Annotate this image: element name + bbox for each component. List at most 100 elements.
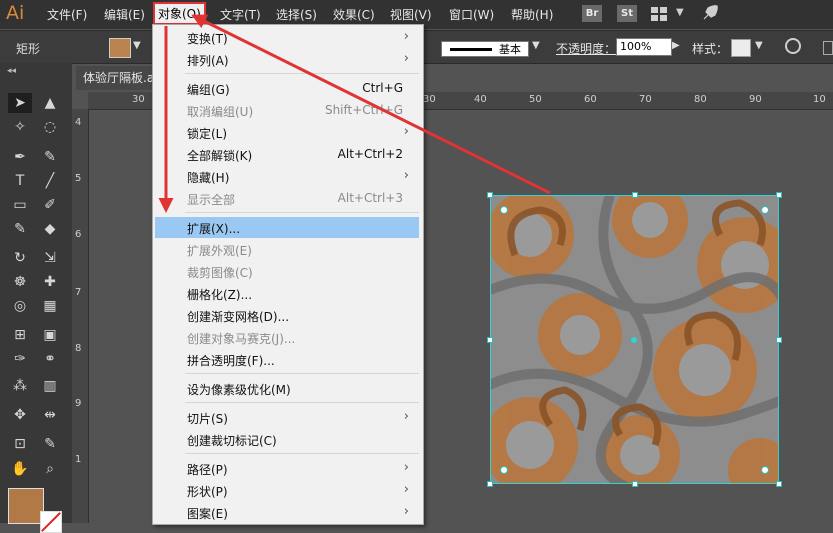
bridge-button[interactable]: Br: [582, 5, 602, 22]
menu-item-transform[interactable]: 变换(T) ›: [155, 27, 419, 48]
resize-handle[interactable]: [487, 337, 493, 343]
menu-object[interactable]: 对象(O): [153, 2, 206, 25]
puppet-warp-icon[interactable]: ✚: [38, 272, 62, 292]
menu-item-show-all[interactable]: 显示全部 Alt+Ctrl+3: [155, 188, 419, 209]
menu-item-create-trim-marks[interactable]: 创建裁切标记(C): [155, 429, 419, 450]
resize-handle[interactable]: [632, 481, 638, 487]
shape-builder-icon[interactable]: ◎: [8, 296, 32, 316]
ruler-tick-label: 40: [474, 94, 487, 105]
rocket-icon[interactable]: [701, 4, 719, 22]
scale-tool-icon[interactable]: ⇲: [38, 248, 62, 268]
warp-tool-icon[interactable]: ☸: [8, 272, 32, 292]
menu-item-flatten-transparency[interactable]: 拼合透明度(F)...: [155, 349, 419, 370]
live-corner-widget[interactable]: [761, 206, 769, 214]
ruler-tick-label: 70: [639, 94, 652, 105]
resize-handle[interactable]: [487, 192, 493, 198]
menu-view[interactable]: 视图(V): [390, 6, 432, 23]
opacity-label[interactable]: 不透明度：: [556, 40, 616, 57]
direct-selection-tool-icon[interactable]: ▲: [38, 93, 62, 113]
arrange-documents-icon[interactable]: [651, 7, 667, 21]
fill-swatch[interactable]: [109, 38, 131, 58]
menu-item-arrange[interactable]: 排列(A) ›: [155, 49, 419, 70]
menu-item-create-gradient-mesh[interactable]: 创建渐变网格(D)...: [155, 305, 419, 326]
lasso-icon[interactable]: ◌: [38, 117, 62, 137]
ruler-tick-label: 50: [529, 94, 542, 105]
resize-handle[interactable]: [776, 337, 782, 343]
document-tab[interactable]: 体验厅隔板.ai: [76, 66, 152, 90]
menu-effect[interactable]: 效果(C): [333, 6, 375, 23]
artboard-tool-icon[interactable]: ✥: [8, 405, 32, 425]
chevron-down-icon[interactable]: ▼: [676, 7, 684, 18]
menu-item-create-object-mosaic[interactable]: 创建对象马赛克(J)...: [155, 327, 419, 348]
magic-wand-icon[interactable]: ✧: [8, 117, 32, 137]
menu-item-expand[interactable]: 扩展(X)...: [155, 217, 419, 238]
chevron-right-icon[interactable]: ▶: [672, 40, 680, 51]
live-corner-widget[interactable]: [761, 466, 769, 474]
type-tool-icon[interactable]: T: [8, 171, 32, 191]
ruler-tick-label: 1: [75, 454, 82, 465]
panel-grip-icon[interactable]: [823, 41, 833, 55]
resize-handle[interactable]: [776, 192, 782, 198]
menu-item-unlock-all[interactable]: 全部解锁(K) Alt+Ctrl+2: [155, 144, 419, 165]
menu-item-rasterize[interactable]: 栅格化(Z)...: [155, 283, 419, 304]
collapse-icon[interactable]: ◂◂: [7, 66, 16, 76]
opacity-input[interactable]: 100%: [616, 38, 672, 56]
menu-item-expand-appearance[interactable]: 扩展外观(E): [155, 239, 419, 260]
symbol-sprayer-icon[interactable]: ⁂: [8, 376, 32, 396]
perspective-grid-icon[interactable]: ▦: [38, 296, 62, 316]
resize-handle[interactable]: [776, 481, 782, 487]
chevron-down-icon[interactable]: ▼: [532, 40, 540, 51]
live-corner-widget[interactable]: [500, 206, 508, 214]
stroke-color-box[interactable]: [40, 511, 62, 533]
chevron-down-icon[interactable]: ▼: [755, 40, 763, 51]
menu-item-shape[interactable]: 形状(P) ›: [155, 480, 419, 501]
menu-help[interactable]: 帮助(H): [511, 6, 553, 23]
menu-item-lock[interactable]: 锁定(L) ›: [155, 122, 419, 143]
menu-type[interactable]: 文字(T): [220, 6, 261, 23]
resize-handle[interactable]: [487, 481, 493, 487]
chevron-right-icon: ›: [403, 460, 409, 475]
eraser-icon[interactable]: ◆: [38, 219, 62, 239]
eyedropper-icon[interactable]: ✑: [8, 349, 32, 369]
menu-item-label: 图案(E): [187, 507, 228, 521]
resize-handle[interactable]: [632, 192, 638, 198]
menu-edit[interactable]: 编辑(E): [104, 6, 145, 23]
zoom-tool-icon[interactable]: ⌕: [38, 459, 62, 479]
paintbrush-icon[interactable]: ✐: [38, 195, 62, 215]
graph-tool-icon[interactable]: ▥: [38, 376, 62, 396]
recolor-artwork-icon[interactable]: [785, 38, 801, 54]
style-swatch[interactable]: [731, 39, 751, 57]
selection-tool-icon[interactable]: ➤: [8, 93, 32, 113]
line-tool-icon[interactable]: ╱: [38, 171, 62, 191]
live-corner-widget[interactable]: [500, 466, 508, 474]
menu-select[interactable]: 选择(S): [276, 6, 317, 23]
gradient-tool-icon[interactable]: ▣: [38, 325, 62, 345]
menu-item-pattern[interactable]: 图案(E) ›: [155, 502, 419, 523]
menu-item-slice[interactable]: 切片(S) ›: [155, 407, 419, 428]
fill-color-box[interactable]: [8, 488, 44, 524]
chevron-right-icon: ›: [403, 168, 409, 183]
curvature-tool-icon[interactable]: ✎: [38, 147, 62, 167]
menu-item-label: 创建对象马赛克(J)...: [187, 332, 296, 346]
menu-item-crop-image[interactable]: 裁剪图像(C): [155, 261, 419, 282]
hand-tool-icon[interactable]: ✋: [8, 459, 32, 479]
chevron-down-icon[interactable]: ▼: [133, 40, 141, 51]
menu-item-group[interactable]: 编组(G) Ctrl+G: [155, 78, 419, 99]
menu-item-ungroup[interactable]: 取消编组(U) Shift+Ctrl+G: [155, 100, 419, 121]
menu-file[interactable]: 文件(F): [47, 6, 87, 23]
shaper-tool-icon[interactable]: ✎: [8, 219, 32, 239]
menu-item-make-pixel-perfect[interactable]: 设为像素级优化(M): [155, 378, 419, 399]
menu-item-hide[interactable]: 隐藏(H) ›: [155, 166, 419, 187]
menu-window[interactable]: 窗口(W): [449, 6, 494, 23]
stock-button[interactable]: St: [617, 5, 637, 22]
blend-tool-icon[interactable]: ⚭: [38, 349, 62, 369]
mesh-tool-icon[interactable]: ⊞: [8, 325, 32, 345]
pen-tool-icon[interactable]: ✒: [8, 147, 32, 167]
rotate-tool-icon[interactable]: ↻: [8, 248, 32, 268]
eyedropper-alt-icon[interactable]: ✎: [38, 434, 62, 454]
slice-tool-icon[interactable]: ⇹: [38, 405, 62, 425]
rotate-view-icon[interactable]: ⊡: [8, 434, 32, 454]
rectangle-tool-icon[interactable]: ▭: [8, 195, 32, 215]
menu-item-path[interactable]: 路径(P) ›: [155, 458, 419, 479]
menu-item-label: 扩展(X)...: [187, 222, 241, 236]
